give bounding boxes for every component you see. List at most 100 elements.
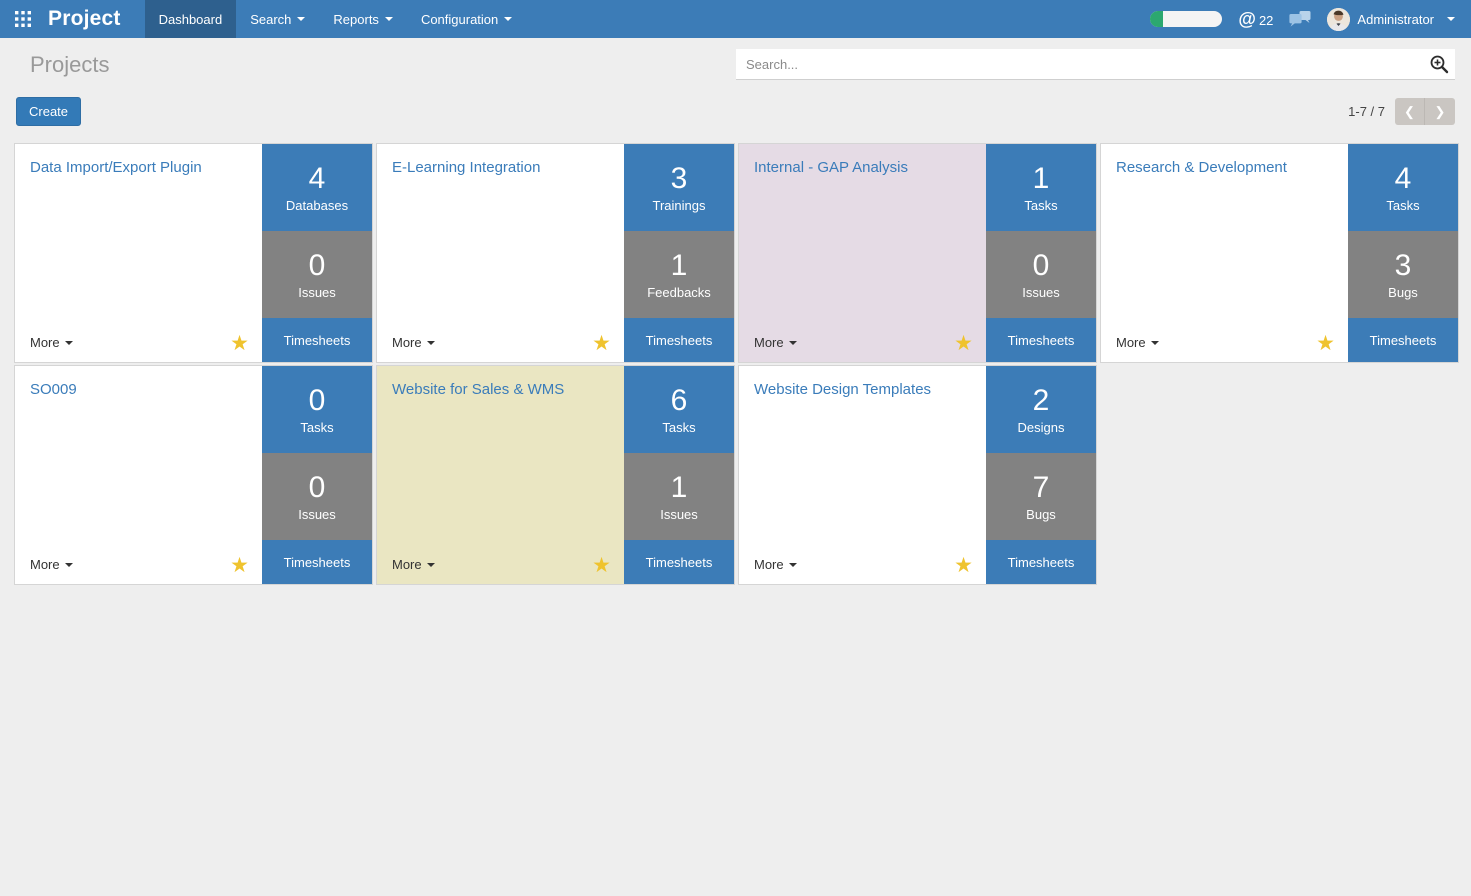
project-card: Research & Development More ★ 4Tasks3Bug… xyxy=(1100,143,1459,363)
pager-next-button[interactable]: ❯ xyxy=(1425,98,1455,125)
timesheets-button[interactable]: Timesheets xyxy=(262,318,372,362)
card-stat-column: 1Tasks0IssuesTimesheets xyxy=(986,144,1096,362)
chevron-down-icon xyxy=(504,17,512,21)
favorite-star-icon[interactable]: ★ xyxy=(954,555,973,576)
stat-value: 1 xyxy=(671,471,688,504)
timesheets-button[interactable]: Timesheets xyxy=(624,318,734,362)
stat-label: Issues xyxy=(298,285,336,300)
card-stat-column: 2Designs 7 Bugs Timesheets xyxy=(986,366,1096,584)
stat-label: Bugs xyxy=(1388,285,1418,300)
menu-item-search[interactable]: Search xyxy=(236,0,319,38)
control-panel-button-row: Create 1-7 / 7 ❮ ❯ xyxy=(0,80,1471,126)
menu-item-configuration[interactable]: Configuration xyxy=(407,0,526,38)
pager-previous-button[interactable]: ❮ xyxy=(1395,98,1425,125)
chevron-down-icon xyxy=(789,563,797,567)
favorite-star-icon[interactable]: ★ xyxy=(954,333,973,354)
more-button[interactable]: More xyxy=(754,335,797,350)
more-button-label: More xyxy=(392,335,422,350)
more-button[interactable]: More xyxy=(1116,335,1159,350)
project-card-title[interactable]: Data Import/Export Plugin xyxy=(30,158,202,178)
control-panel-top-row: Projects xyxy=(0,38,1471,80)
project-card-body: Website for Sales & WMS More ★ xyxy=(377,366,624,584)
mentions-counter-button[interactable]: @ 22 xyxy=(1238,9,1273,30)
timer-widget[interactable] xyxy=(1150,11,1222,27)
timer-progress-segment xyxy=(1150,11,1163,27)
stat-button-trainings[interactable]: 3Trainings xyxy=(624,144,734,231)
more-button[interactable]: More xyxy=(392,557,435,572)
menu-item-reports[interactable]: Reports xyxy=(319,0,407,38)
more-button[interactable]: More xyxy=(754,557,797,572)
apps-menu-button[interactable] xyxy=(0,0,46,38)
favorite-star-icon[interactable]: ★ xyxy=(230,555,249,576)
more-button-label: More xyxy=(754,557,784,572)
menu-item-label: Configuration xyxy=(421,12,498,27)
project-card: Website for Sales & WMS More ★ 6Tasks1Is… xyxy=(376,365,735,585)
chevron-down-icon xyxy=(427,341,435,345)
card-stat-column: 3Trainings 1 Feedbacks Timesheets xyxy=(624,144,734,362)
project-card-title[interactable]: Research & Development xyxy=(1116,158,1287,178)
project-card-body: Website Design Templates More ★ xyxy=(739,366,986,584)
stat-button-tasks[interactable]: 4Tasks xyxy=(1348,144,1458,231)
favorite-star-icon[interactable]: ★ xyxy=(230,333,249,354)
stat-value: 2 xyxy=(1033,384,1050,417)
stat-label: Bugs xyxy=(1026,507,1056,522)
timesheets-button[interactable]: Timesheets xyxy=(1348,318,1458,362)
stat-button-bugs[interactable]: 7 Bugs xyxy=(986,453,1096,540)
timesheets-button[interactable]: Timesheets xyxy=(986,318,1096,362)
timesheets-button[interactable]: Timesheets xyxy=(986,540,1096,584)
stat-value: 4 xyxy=(309,162,326,195)
stat-button-tasks[interactable]: 6Tasks xyxy=(624,366,734,453)
timesheets-button[interactable]: Timesheets xyxy=(624,540,734,584)
chevron-down-icon xyxy=(427,563,435,567)
chevron-down-icon xyxy=(385,17,393,21)
stat-button-issues[interactable]: 0Issues xyxy=(262,453,372,540)
stat-value: 6 xyxy=(671,384,688,417)
timesheets-button[interactable]: Timesheets xyxy=(262,540,372,584)
project-card: E-Learning Integration More ★ 3Trainings… xyxy=(376,143,735,363)
stat-button-issues[interactable]: 0Issues xyxy=(986,231,1096,318)
create-button[interactable]: Create xyxy=(16,97,81,126)
stat-button-tasks[interactable]: 1Tasks xyxy=(986,144,1096,231)
stat-label: Issues xyxy=(298,507,336,522)
menu-item-label: Search xyxy=(250,12,291,27)
chat-bubbles-icon xyxy=(1289,10,1311,28)
more-button[interactable]: More xyxy=(30,557,73,572)
stat-label: Feedbacks xyxy=(647,285,711,300)
more-button-label: More xyxy=(30,557,60,572)
more-button[interactable]: More xyxy=(392,335,435,350)
stat-value: 7 xyxy=(1033,471,1050,504)
favorite-star-icon[interactable]: ★ xyxy=(592,555,611,576)
messages-button[interactable] xyxy=(1289,10,1311,28)
stat-label: Tasks xyxy=(1024,198,1057,213)
stat-label: Issues xyxy=(1022,285,1060,300)
stat-value: 1 xyxy=(671,249,688,282)
user-menu-button[interactable]: Administrator xyxy=(1327,8,1455,31)
project-card-title[interactable]: Website for Sales & WMS xyxy=(392,380,564,400)
menu-item-dashboard[interactable]: Dashboard xyxy=(145,0,237,38)
project-card: SO009 More ★ 0Tasks0IssuesTimesheets xyxy=(14,365,373,585)
app-title[interactable]: Project xyxy=(46,0,145,38)
stat-value: 3 xyxy=(671,162,688,195)
stat-button-tasks[interactable]: 0Tasks xyxy=(262,366,372,453)
stat-button-designs[interactable]: 2Designs xyxy=(986,366,1096,453)
project-card-title[interactable]: SO009 xyxy=(30,380,77,400)
avatar xyxy=(1327,8,1350,31)
chevron-right-icon: ❯ xyxy=(1435,104,1446,120)
favorite-star-icon[interactable]: ★ xyxy=(1316,333,1335,354)
stat-button-issues[interactable]: 0Issues xyxy=(262,231,372,318)
stat-button-feedbacks[interactable]: 1 Feedbacks xyxy=(624,231,734,318)
project-card-title[interactable]: E-Learning Integration xyxy=(392,158,540,178)
search-input[interactable] xyxy=(736,49,1455,80)
project-card-title[interactable]: Internal - GAP Analysis xyxy=(754,158,908,178)
menu-item-label: Reports xyxy=(333,12,379,27)
search-zoom-button[interactable] xyxy=(1429,54,1449,79)
project-card: Internal - GAP Analysis More ★ 1Tasks0Is… xyxy=(738,143,1097,363)
pager-range: 1-7 / 7 xyxy=(1348,104,1385,119)
project-card-title[interactable]: Website Design Templates xyxy=(754,380,931,400)
stat-button-issues[interactable]: 1Issues xyxy=(624,453,734,540)
favorite-star-icon[interactable]: ★ xyxy=(592,333,611,354)
stat-button-databases[interactable]: 4Databases xyxy=(262,144,372,231)
stat-button-bugs[interactable]: 3Bugs xyxy=(1348,231,1458,318)
more-button-label: More xyxy=(392,557,422,572)
more-button[interactable]: More xyxy=(30,335,73,350)
